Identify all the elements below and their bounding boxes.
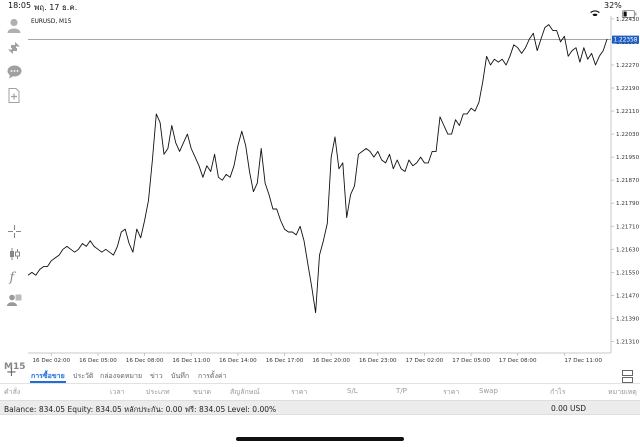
crosshair-icon[interactable] [5, 222, 23, 240]
tab-news[interactable]: ข่าว [150, 371, 163, 382]
home-indicator [236, 437, 404, 441]
column-volume: ขนาด [193, 388, 212, 396]
symbol-label: EURUSD, M15 [31, 19, 72, 25]
column-sl: S/L [347, 387, 358, 395]
price-tick-label: 1.21630 [616, 247, 640, 253]
chat-icon[interactable] [5, 63, 23, 81]
price-chart[interactable]: 1.224301.223501.222701.221901.221101.220… [0, 0, 640, 367]
orders-table-header: คำสั่ง เวลา ประเภท ขนาด สัญลักษณ์ ราคา S… [0, 385, 640, 399]
price-tick-label: 1.21390 [616, 316, 640, 322]
price-tick-label: 1.21310 [616, 339, 640, 345]
time-tick-label: 17 Dec 08:00 [499, 358, 537, 364]
tab-history[interactable]: ประวัติ [73, 371, 93, 382]
time-tick-label: 17 Dec 11:00 [564, 358, 602, 364]
column-type: ประเภท [146, 388, 170, 396]
column-comment: หมายเหตุ [608, 388, 637, 396]
price-tick-label: 1.22030 [616, 132, 640, 138]
price-tick-label: 1.21470 [616, 293, 640, 299]
add-button[interactable]: + [6, 366, 17, 380]
balance-currency: USD [570, 404, 587, 413]
price-tick-label: 1.21870 [616, 178, 640, 184]
current-price-label: 1.22358 [614, 38, 638, 44]
balance-summary: Balance: 834.05 Equity: 834.05 หลักประกั… [4, 405, 277, 414]
current-price-badge: 1.22358 [612, 35, 639, 44]
price-tick-label: 1.21550 [616, 270, 640, 276]
price-tick-label: 1.22430 [616, 17, 640, 23]
objects-icon[interactable] [5, 291, 23, 309]
column-price: ราคา [291, 388, 308, 396]
time-tick-label: 16 Dec 02:00 [33, 358, 71, 364]
column-profit: กำไร [550, 388, 566, 396]
time-tick-label: 17 Dec 02:00 [406, 358, 444, 364]
time-tick-label: 16 Dec 14:00 [219, 358, 257, 364]
time-tick-label: 16 Dec 17:00 [266, 358, 304, 364]
time-tick-label: 16 Dec 08:00 [126, 358, 164, 364]
time-tick-label: 17 Dec 05:00 [452, 358, 490, 364]
tab-settings[interactable]: การตั้งค่า [198, 371, 227, 382]
time-axis: 16 Dec 02:00 16 Dec 05:00 16 Dec 08:00 16 D… [33, 353, 602, 364]
time-tick-label: 16 Dec 11:00 [172, 358, 210, 364]
chart-plot-area[interactable] [28, 16, 611, 353]
left-toolbar: f M15 [0, 14, 28, 372]
column-order: คำสั่ง [4, 388, 21, 396]
column-current-price: ราคา [443, 388, 460, 396]
active-tab-indicator [30, 381, 66, 383]
new-document-icon[interactable] [5, 86, 23, 104]
terminal-tabs: การซื้อขาย ประวัติ กล่องจดหมาย ข่าว บันท… [0, 367, 640, 384]
column-symbol: สัญลักษณ์ [230, 388, 260, 396]
price-tick-label: 1.22190 [616, 86, 640, 92]
candlestick-icon[interactable] [5, 245, 23, 263]
column-swap: Swap [479, 387, 498, 395]
function-f-icon[interactable]: f [5, 268, 23, 286]
account-icon[interactable] [5, 16, 23, 34]
balance-profit: 0.00 [551, 404, 568, 413]
price-axis: 1.224301.223501.222701.221901.221101.220… [611, 17, 640, 345]
column-tp: T/P [396, 387, 407, 395]
window-layout-icon[interactable] [622, 368, 633, 383]
tab-journal[interactable]: บันทึก [171, 371, 189, 382]
price-tick-label: 1.21710 [616, 224, 640, 230]
trade-arrows-icon[interactable] [5, 39, 23, 57]
column-time: เวลา [110, 388, 125, 396]
price-tick-label: 1.22270 [616, 63, 640, 69]
time-tick-label: 16 Dec 20:00 [312, 358, 350, 364]
price-tick-label: 1.22110 [616, 109, 640, 115]
price-tick-label: 1.21790 [616, 201, 640, 207]
balance-bar: Balance: 834.05 Equity: 834.05 หลักประกั… [0, 400, 640, 415]
time-tick-label: 16 Dec 05:00 [79, 358, 117, 364]
time-tick-label: 16 Dec 23:00 [359, 358, 397, 364]
svg-text:f: f [9, 271, 17, 285]
price-tick-label: 1.21950 [616, 155, 640, 161]
tab-mailbox[interactable]: กล่องจดหมาย [100, 371, 142, 382]
